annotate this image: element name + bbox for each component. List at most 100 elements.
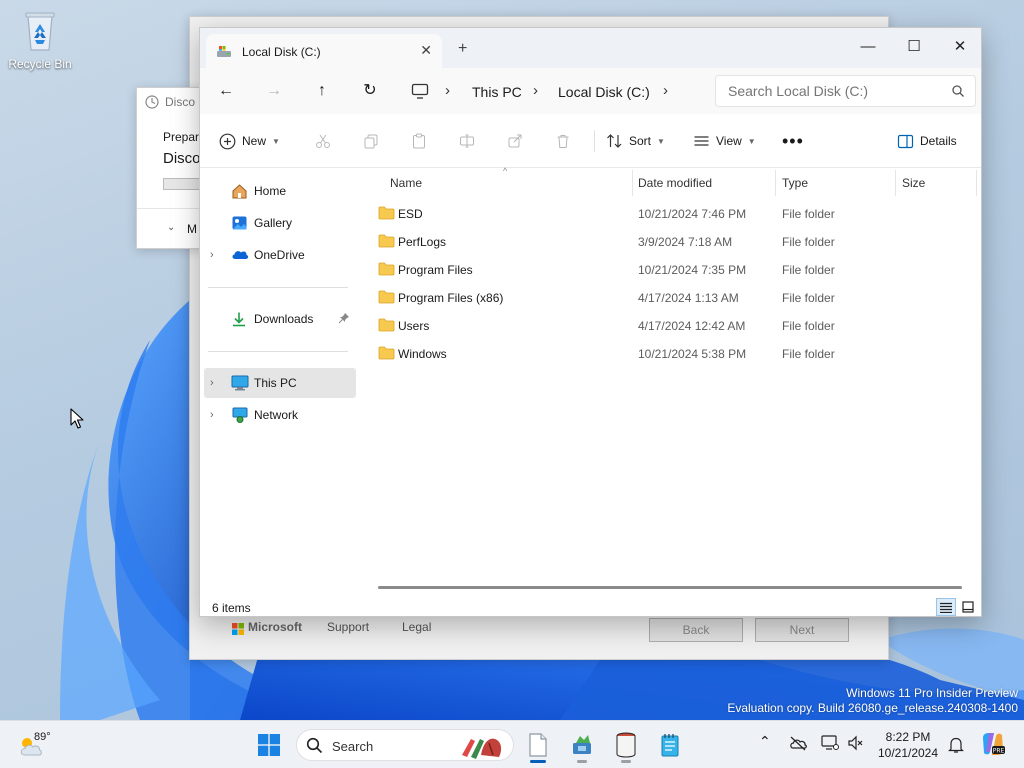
breadcrumb-local-disk[interactable]: Local Disk (C:) xyxy=(558,84,650,100)
back-button[interactable]: Back xyxy=(649,618,743,642)
nav-item-gallery[interactable]: Gallery xyxy=(204,208,356,238)
command-bar: New ▼ Sort ▼ View ▼ ••• Details xyxy=(200,114,981,168)
copilot-icon[interactable]: PRE xyxy=(980,732,1006,756)
details-label: Details xyxy=(920,134,957,148)
view-button[interactable]: View ▼ xyxy=(693,130,756,152)
taskbar-disk-app[interactable] xyxy=(608,727,644,763)
details-pane-button[interactable]: Details xyxy=(897,130,957,152)
nav-item-downloads[interactable]: Downloads xyxy=(204,304,356,334)
refresh-icon[interactable]: ↻ xyxy=(358,80,382,102)
forward-arrow-icon[interactable]: → xyxy=(262,80,286,102)
new-button[interactable]: New ▼ xyxy=(219,130,280,152)
display-icon[interactable] xyxy=(821,735,839,751)
support-link[interactable]: Support xyxy=(327,620,369,634)
column-divider[interactable] xyxy=(775,170,776,196)
up-arrow-icon[interactable]: ↑ xyxy=(310,80,334,102)
table-row[interactable]: PerfLogs 3/9/2024 7:18 AM File folder xyxy=(360,227,981,255)
details-view-button[interactable] xyxy=(936,598,956,616)
nav-item-home[interactable]: Home xyxy=(204,176,356,206)
minimize-button[interactable]: — xyxy=(845,34,891,60)
address-bar[interactable]: › This PC › Local Disk (C:) › xyxy=(403,75,705,107)
discover-dialog[interactable]: Disco Prepari Disco ⌄ M xyxy=(136,87,206,249)
table-row[interactable]: Program Files (x86) 4/17/2024 1:13 AM Fi… xyxy=(360,283,981,311)
chevron-down-icon: ▼ xyxy=(272,136,280,146)
tab-local-disk[interactable]: Local Disk (C:) ✕ xyxy=(206,34,442,68)
file-explorer-window[interactable]: Local Disk (C:) ✕ + — ☐ ✕ ← → ↑ ↻ › This… xyxy=(199,27,982,617)
maximize-button[interactable]: ☐ xyxy=(891,34,937,60)
watermark-build: Evaluation copy. Build 26080.ge_release.… xyxy=(727,701,1018,715)
installer-icon xyxy=(573,735,591,754)
volume-muted-icon[interactable] xyxy=(847,735,863,751)
back-arrow-icon[interactable]: ← xyxy=(214,80,238,102)
search-input[interactable] xyxy=(728,83,948,99)
table-row[interactable]: ESD 10/21/2024 7:46 PM File folder xyxy=(360,199,981,227)
trash-icon xyxy=(557,135,569,148)
file-type: File folder xyxy=(782,207,835,221)
cloud-offline-icon[interactable] xyxy=(789,735,807,751)
taskbar-notepad[interactable] xyxy=(652,727,688,763)
close-tab-icon[interactable]: ✕ xyxy=(420,42,432,59)
show-hidden-icons-chevron-icon[interactable]: ⌃ xyxy=(759,733,771,750)
delete-button[interactable] xyxy=(555,130,571,152)
chevron-right-icon[interactable]: › xyxy=(210,409,214,421)
file-type: File folder xyxy=(782,291,835,305)
taskbar-setup-app[interactable] xyxy=(564,727,600,763)
start-button[interactable] xyxy=(251,727,287,763)
paste-button[interactable] xyxy=(411,130,427,152)
share-button[interactable] xyxy=(507,130,523,152)
rename-button[interactable] xyxy=(459,130,475,152)
breadcrumb-chevron-icon[interactable]: › xyxy=(663,82,668,99)
table-row[interactable]: Windows 10/21/2024 5:38 PM File folder xyxy=(360,339,981,367)
pin-icon[interactable] xyxy=(338,312,350,324)
file-name: PerfLogs xyxy=(398,235,447,249)
chevron-right-icon[interactable]: › xyxy=(210,377,214,389)
column-divider[interactable] xyxy=(976,170,977,196)
nav-item-onedrive[interactable]: › OneDrive xyxy=(204,240,356,270)
table-row[interactable]: Users 4/17/2024 12:42 AM File folder xyxy=(360,311,981,339)
column-divider[interactable] xyxy=(632,170,633,196)
tab-strip[interactable]: Local Disk (C:) ✕ + — ☐ ✕ xyxy=(200,28,981,68)
file-type: File folder xyxy=(782,319,835,333)
breadcrumb-this-pc[interactable]: This PC xyxy=(472,84,522,100)
copy-button[interactable] xyxy=(363,130,379,152)
notification-bell-icon[interactable] xyxy=(948,736,964,754)
nav-item-this-pc[interactable]: › This PC xyxy=(204,368,356,398)
more-details-label[interactable]: M xyxy=(187,222,197,236)
column-header-date[interactable]: Date modified xyxy=(638,176,712,190)
recycle-bin-shortcut[interactable]: Recycle Bin xyxy=(6,8,74,71)
nav-item-network[interactable]: › Network xyxy=(204,400,356,430)
chevron-right-icon[interactable]: › xyxy=(210,249,214,261)
watermark-edition: Windows 11 Pro Insider Preview xyxy=(846,686,1018,700)
microsoft-label: Microsoft xyxy=(248,620,302,634)
more-options-icon[interactable]: ••• xyxy=(782,130,804,152)
column-header-type[interactable]: Type xyxy=(782,176,808,190)
close-window-button[interactable]: ✕ xyxy=(937,34,981,60)
column-divider[interactable] xyxy=(895,170,896,196)
breadcrumb-chevron-icon[interactable]: › xyxy=(533,82,538,99)
tiles-view-button[interactable] xyxy=(958,598,978,616)
file-name: Program Files (x86) xyxy=(398,291,504,305)
file-name: ESD xyxy=(398,207,423,221)
column-header-size[interactable]: Size xyxy=(902,176,925,190)
breadcrumb-chevron-icon[interactable]: › xyxy=(445,82,450,99)
sort-icon xyxy=(607,134,622,148)
next-button[interactable]: Next xyxy=(755,618,849,642)
folder-icon xyxy=(378,234,395,248)
sort-button[interactable]: Sort ▼ xyxy=(606,130,665,152)
search-icon[interactable] xyxy=(951,84,965,98)
cut-button[interactable] xyxy=(315,130,331,152)
file-name: Program Files xyxy=(398,263,473,277)
taskbar-clock[interactable]: 8:22 PM 10/21/2024 xyxy=(868,729,948,761)
taskbar-file-explorer[interactable] xyxy=(520,727,556,763)
new-tab-icon[interactable]: + xyxy=(458,40,467,58)
clock-icon xyxy=(145,95,159,109)
folder-icon xyxy=(378,318,395,332)
weather-widget[interactable]: 89° xyxy=(18,729,58,761)
chevron-down-icon[interactable]: ⌄ xyxy=(167,222,175,233)
horizontal-scrollbar[interactable] xyxy=(378,586,962,589)
column-header-name[interactable]: Name xyxy=(390,176,422,190)
table-row[interactable]: Program Files 10/21/2024 7:35 PM File fo… xyxy=(360,255,981,283)
legal-link[interactable]: Legal xyxy=(402,620,431,634)
taskbar-search[interactable]: Search xyxy=(296,729,514,761)
search-box[interactable] xyxy=(715,75,976,107)
